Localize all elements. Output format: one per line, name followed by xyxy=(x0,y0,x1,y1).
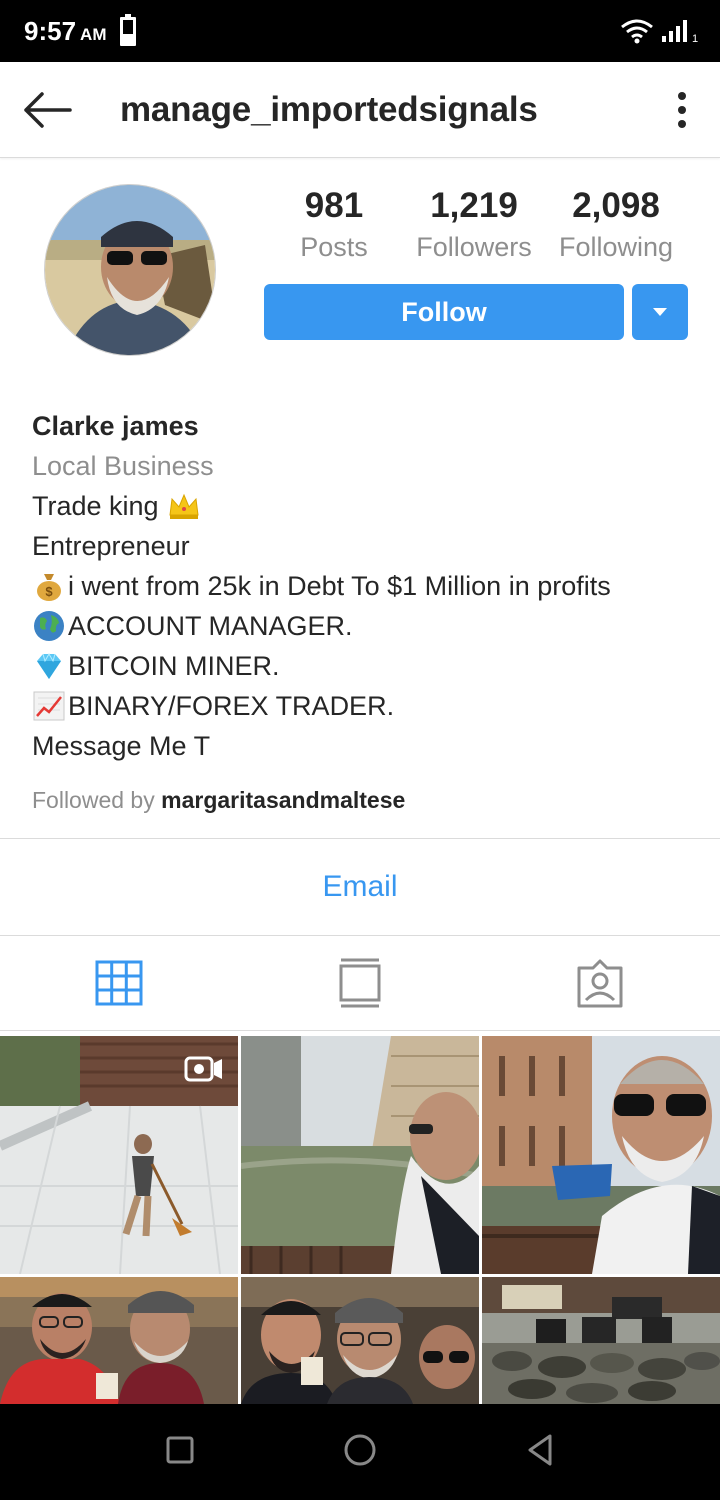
bio-line-5: BITCOIN MINER. xyxy=(32,646,702,686)
tab-divider xyxy=(0,1030,720,1031)
battery-icon xyxy=(120,14,136,46)
stat-following[interactable]: 2,098 Following xyxy=(546,186,686,263)
post-thumbnail[interactable] xyxy=(0,1277,238,1404)
arrow-left-icon[interactable] xyxy=(18,86,74,134)
bio-line-1: Trade king xyxy=(32,486,702,526)
status-bar: 9:57 AM 1 xyxy=(0,0,720,62)
followers-label: Followers xyxy=(416,232,532,262)
profile-header: manage_importedsignals xyxy=(0,62,720,158)
diamond-icon xyxy=(37,652,61,679)
globe-icon xyxy=(34,611,64,641)
bio-text-6: BINARY/FOREX TRADER. xyxy=(68,691,395,721)
bio-line-4: ACCOUNT MANAGER. xyxy=(32,606,702,646)
post-thumbnail[interactable] xyxy=(482,1036,720,1274)
profile-category: Local Business xyxy=(32,451,214,481)
profile-username: manage_importedsignals xyxy=(120,90,538,129)
bio-text-7: Message Me T xyxy=(32,731,211,761)
tagged-icon[interactable] xyxy=(573,956,627,1012)
followers-count: 1,219 xyxy=(430,186,518,225)
bio-text-2: Entrepreneur xyxy=(32,531,190,561)
vertical-dots-icon[interactable] xyxy=(666,86,698,134)
post-thumbnail[interactable] xyxy=(241,1036,479,1274)
stat-followers[interactable]: 1,219 Followers xyxy=(404,186,544,263)
followed-by-prefix: Followed by xyxy=(32,787,155,813)
bio-line-6: BINARY/FOREX TRADER. xyxy=(32,686,702,726)
bio-text-1: Trade king xyxy=(32,491,159,521)
post-thumbnail[interactable] xyxy=(482,1277,720,1404)
profile-name: Clarke james xyxy=(32,411,199,441)
feed-icon[interactable] xyxy=(333,956,387,1012)
follow-button[interactable]: Follow xyxy=(264,284,624,340)
followed-by-user[interactable]: margaritasandmaltese xyxy=(161,787,405,813)
crown-icon xyxy=(168,493,199,519)
grid-icon[interactable] xyxy=(94,956,148,1012)
status-time: 9:57 AM xyxy=(24,16,107,46)
wifi-icon xyxy=(621,19,653,44)
signal-sim-label: 1 xyxy=(692,33,698,44)
following-count: 2,098 xyxy=(572,186,660,225)
followed-by[interactable]: Followed by margaritasandmaltese xyxy=(32,780,702,820)
bio-line-3: $ i went from 25k in Debt To $1 Million … xyxy=(32,566,702,606)
signal-icon: 1 xyxy=(662,20,698,44)
posts-count: 981 xyxy=(304,186,364,225)
bio-text-4: ACCOUNT MANAGER. xyxy=(68,611,353,641)
recent-apps-icon[interactable] xyxy=(160,1430,200,1470)
home-icon[interactable] xyxy=(340,1430,380,1470)
bio-line-7: Message Me T xyxy=(32,726,702,766)
bio-text-3: i went from 25k in Debt To $1 Million in… xyxy=(68,571,611,601)
profile-bio: Clarke james Local Business Trade king E… xyxy=(32,406,702,820)
bio-line-2: Entrepreneur xyxy=(32,526,702,566)
chevron-down-icon xyxy=(653,308,667,316)
following-label: Following xyxy=(558,232,674,262)
back-nav-icon[interactable] xyxy=(520,1430,560,1470)
money-bag-icon: $ xyxy=(37,574,61,601)
bio-text-5: BITCOIN MINER. xyxy=(68,651,280,681)
post-thumbnail[interactable] xyxy=(0,1036,238,1274)
posts-label: Posts xyxy=(300,232,368,262)
stat-posts[interactable]: 981 Posts xyxy=(264,186,404,263)
divider xyxy=(0,935,720,936)
chart-up-icon xyxy=(33,691,65,721)
suggested-accounts-button[interactable] xyxy=(632,284,688,340)
system-nav-bar xyxy=(0,1404,720,1500)
avatar[interactable] xyxy=(44,184,216,356)
email-button[interactable]: Email xyxy=(0,840,720,934)
post-thumbnail[interactable] xyxy=(241,1277,479,1404)
svg-text:$: $ xyxy=(45,584,53,599)
divider xyxy=(0,838,720,839)
